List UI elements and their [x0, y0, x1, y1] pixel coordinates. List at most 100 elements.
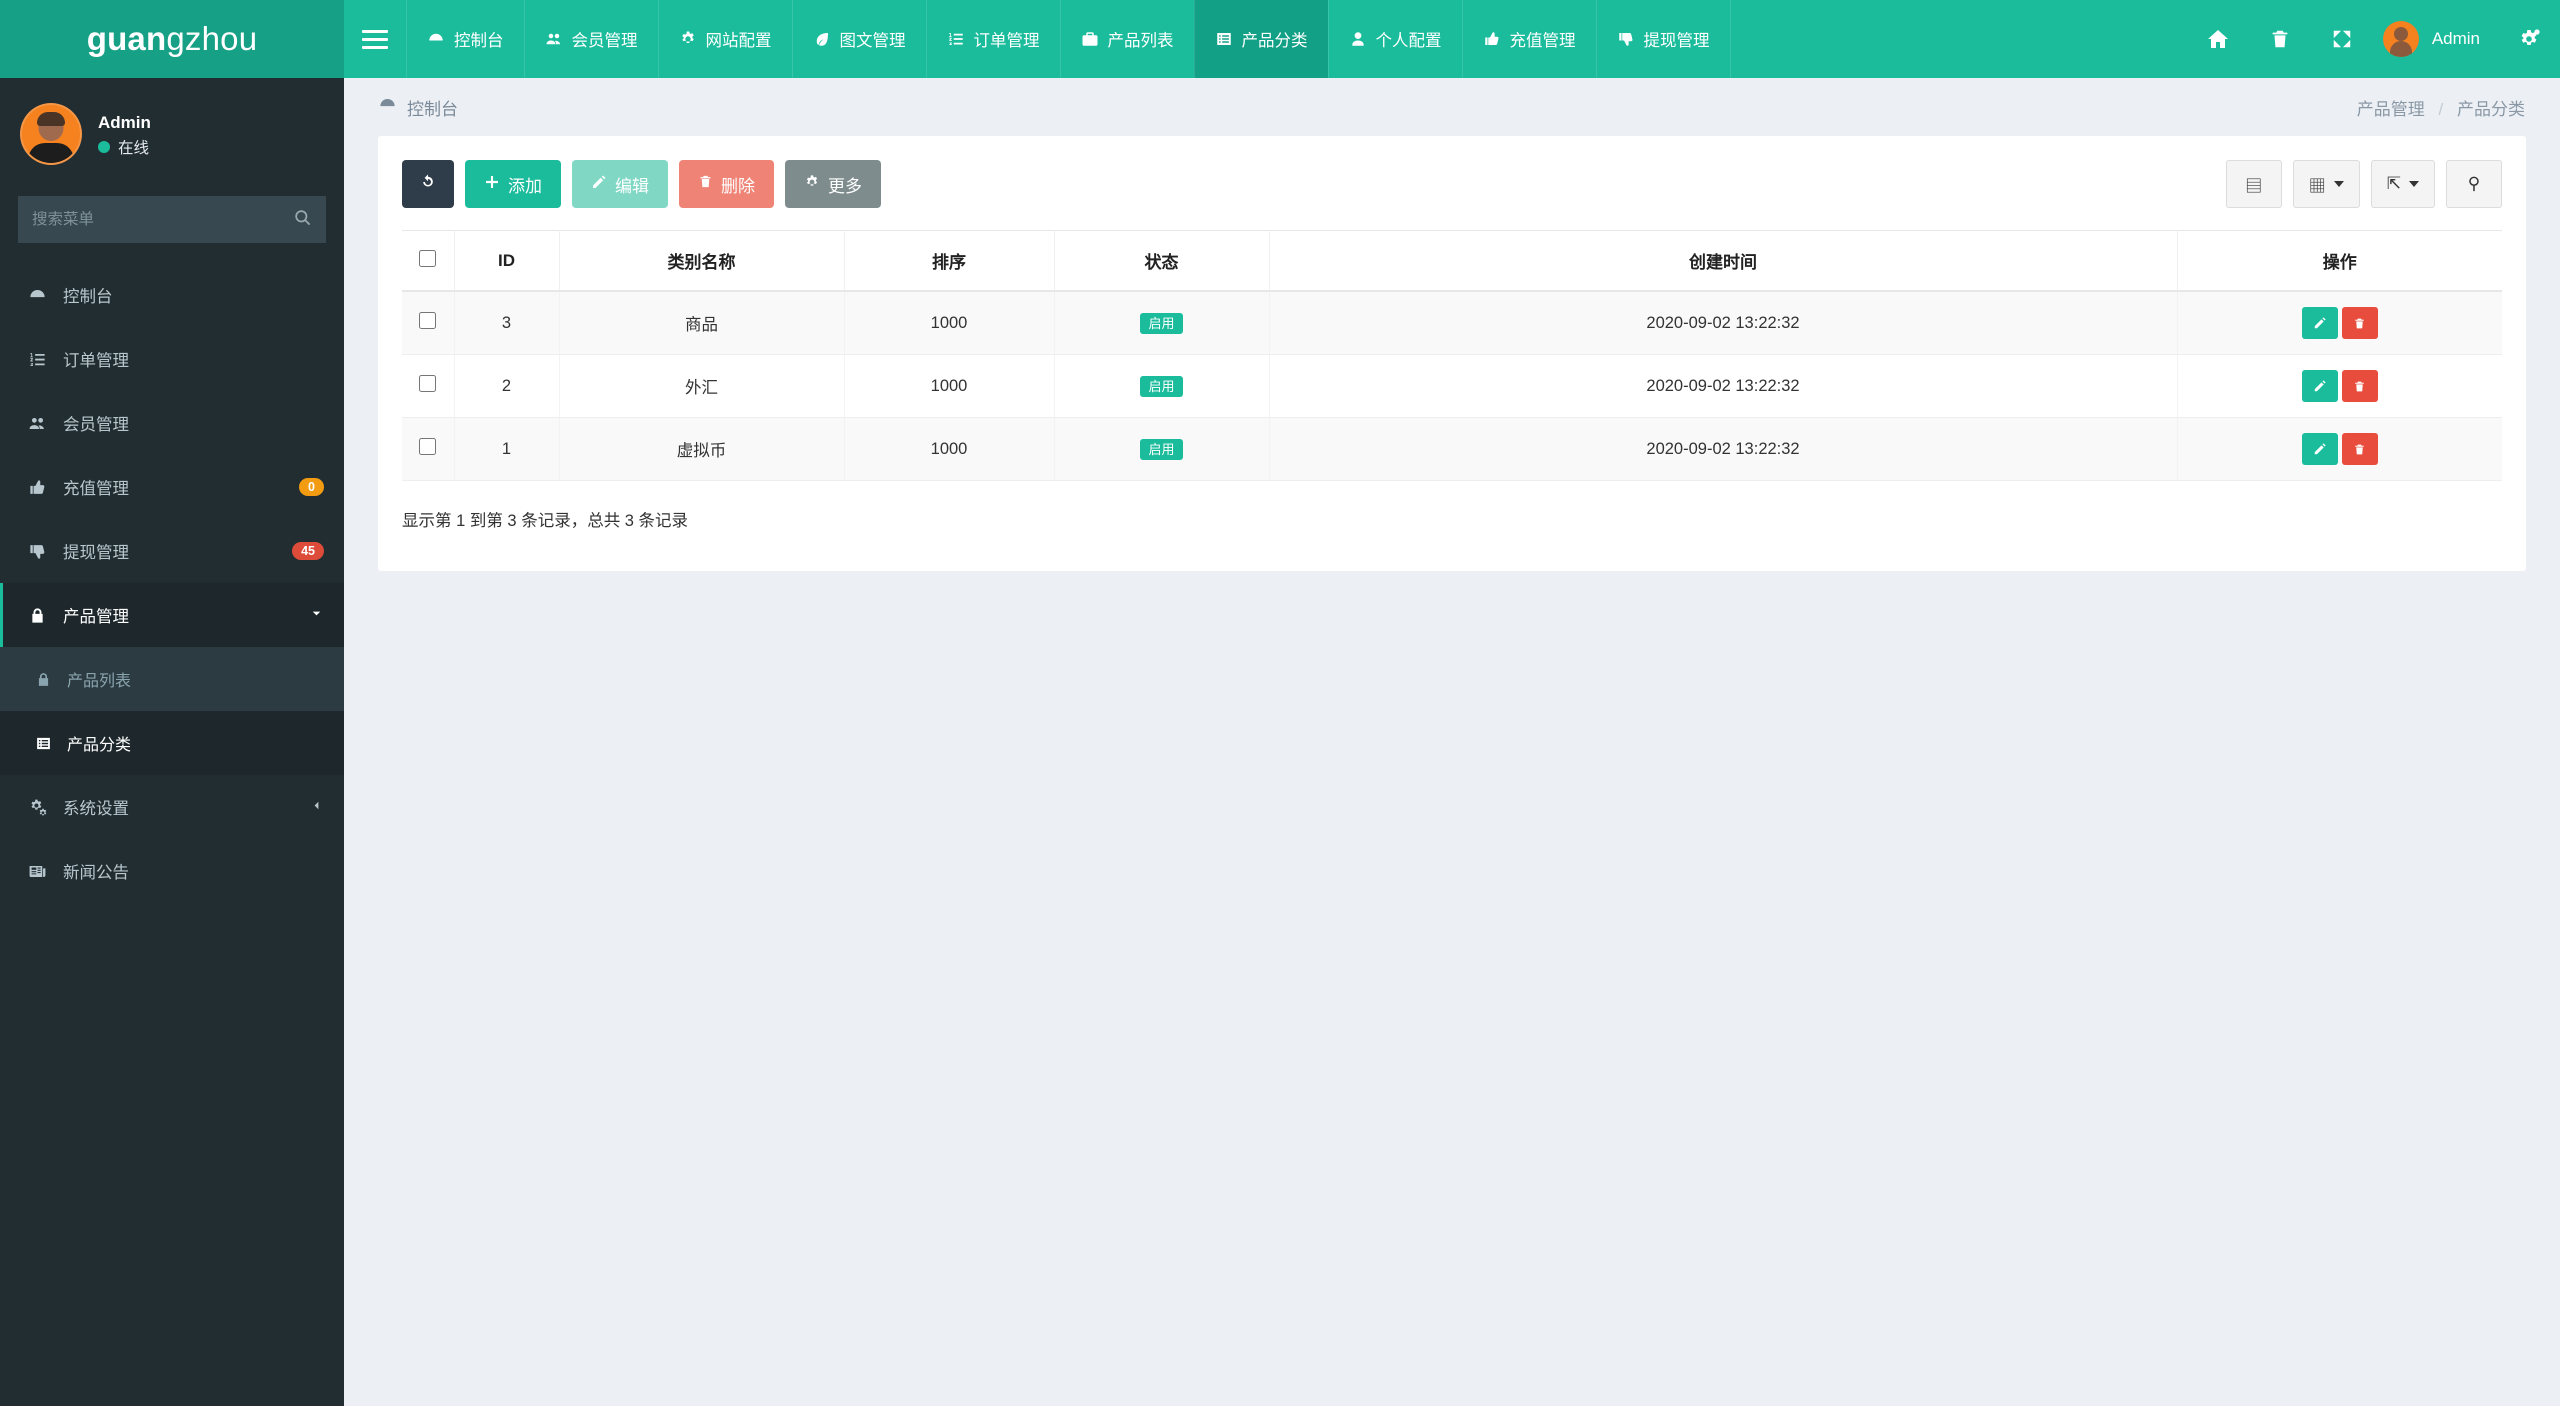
gear-icon	[679, 30, 697, 48]
sidebar-item-4[interactable]: 提现管理 45	[0, 519, 344, 583]
user-menu[interactable]: Admin	[2373, 0, 2498, 78]
gears-icon[interactable]	[2498, 0, 2560, 78]
list-ol-icon	[947, 30, 965, 48]
row-status-cell: 启用	[1054, 291, 1270, 355]
table-header-created[interactable]: 创建时间	[1269, 230, 2178, 292]
nav-item-6[interactable]: 产品分类	[1193, 0, 1328, 78]
column-toggle-icon-glyph: ▤	[2245, 176, 2263, 196]
sidebar-item-badge: 45	[292, 541, 324, 561]
sidebar-subitem-0[interactable]: 产品列表	[0, 647, 344, 711]
status-badge: 启用	[1140, 312, 1183, 334]
row-select-cell	[402, 354, 455, 418]
row-id: 3	[454, 291, 560, 355]
nav-item-3[interactable]: 图文管理	[791, 0, 926, 78]
table-header-actions: 操作	[2177, 230, 2502, 292]
sidebar-item-label: 产品管理	[63, 608, 129, 626]
grid-view-icon[interactable]: ▦	[2292, 160, 2360, 208]
sidebar-item-5[interactable]: 产品管理	[0, 583, 344, 647]
breadcrumb-bar: 控制台 产品管理 / 产品分类	[344, 78, 2560, 136]
row-status-cell: 启用	[1054, 354, 1270, 418]
delete-button[interactable]: 删除	[679, 160, 774, 208]
nav-item-label: 提现管理	[1643, 32, 1710, 50]
search-icon[interactable]	[293, 208, 312, 232]
nav-item-label: 会员管理	[571, 32, 638, 50]
sidebar-item-2[interactable]: 会员管理	[0, 391, 344, 455]
more-button[interactable]: 更多	[785, 160, 881, 208]
nav-item-0[interactable]: 控制台	[406, 0, 524, 78]
sidebar-subitem-1[interactable]: 产品分类	[0, 711, 344, 775]
nav-item-label: 订单管理	[973, 32, 1040, 50]
nav-item-2[interactable]: 网站配置	[657, 0, 792, 78]
content-area: 控制台 产品管理 / 产品分类 添加 编辑 删除 更多 ▤ ▦ ⇱ ⚲ ID 类…	[344, 78, 2560, 1406]
table-footer-summary: 显示第 1 到第 3 条记录，总共 3 条记录	[402, 512, 689, 530]
chevron-down-icon	[2333, 181, 2344, 187]
nav-item-5[interactable]: 产品列表	[1059, 0, 1194, 78]
sidebar-item-3[interactable]: 充值管理 0	[0, 455, 344, 519]
grid-view-icon-glyph: ▦	[2308, 176, 2326, 196]
trash-icon[interactable]	[2249, 0, 2311, 78]
nav-item-1[interactable]: 会员管理	[523, 0, 658, 78]
trash-icon	[698, 174, 713, 194]
nav-item-7[interactable]: 个人配置	[1327, 0, 1462, 78]
table-header-id[interactable]: ID	[454, 230, 560, 292]
row-status-cell: 启用	[1054, 417, 1270, 481]
column-toggle-icon[interactable]: ▤	[2225, 160, 2282, 208]
user-name: Admin	[2431, 29, 2480, 48]
row-checkbox[interactable]	[419, 375, 437, 392]
search-icon[interactable]: ⚲	[2446, 160, 2502, 208]
sidebar-menu: 控制台 订单管理 会员管理 充值管理 0 提现管理 45 产品管理产品列表产品分类 系统设置 新闻…	[0, 257, 344, 903]
sidebar-search[interactable]	[18, 196, 326, 243]
logo-text-bold: guan	[86, 20, 167, 57]
nav-item-label: 产品分类	[1241, 32, 1308, 50]
table-header-status[interactable]: 状态	[1054, 230, 1270, 292]
sidebar-user-panel[interactable]: Admin 在线	[0, 78, 344, 190]
dashboard-icon	[378, 95, 397, 119]
sidebar-item-6[interactable]: 系统设置	[0, 775, 344, 839]
nav-item-4[interactable]: 订单管理	[925, 0, 1060, 78]
delete-row-button[interactable]	[2341, 370, 2378, 402]
table-row[interactable]: 3 商品 1000 启用 2020-09-02 13:22:32	[402, 291, 2502, 355]
sidebar-subitem-label: 产品列表	[67, 673, 132, 690]
refresh-button[interactable]	[402, 160, 454, 208]
search-input[interactable]	[32, 210, 293, 229]
nav-item-label: 控制台	[454, 32, 504, 50]
edit-button[interactable]: 编辑	[572, 160, 668, 208]
edit-row-button[interactable]	[2301, 307, 2338, 339]
row-checkbox[interactable]	[419, 438, 437, 455]
hamburger-icon	[362, 25, 388, 54]
add-button[interactable]: 添加	[465, 160, 561, 208]
sidebar-toggle-button[interactable]	[344, 0, 406, 78]
more-button-label: 更多	[828, 176, 862, 196]
chevron-down-icon	[2409, 181, 2419, 187]
fullscreen-icon[interactable]	[2311, 0, 2373, 78]
table-header-name[interactable]: 类别名称	[559, 230, 845, 292]
online-dot-icon	[98, 140, 110, 153]
delete-row-button[interactable]	[2341, 433, 2378, 465]
logo[interactable]: guangzhou	[0, 0, 344, 78]
sidebar-item-1[interactable]: 订单管理	[0, 327, 344, 391]
breadcrumb-parent[interactable]: 产品管理	[2357, 100, 2425, 119]
breadcrumb-left[interactable]: 控制台	[378, 95, 458, 120]
top-nav-items: 控制台 会员管理 网站配置 图文管理 订单管理 产品列表 产品分类 个人配置 充值管理 提现管理	[406, 0, 1731, 78]
table-row[interactable]: 2 外汇 1000 启用 2020-09-02 13:22:32	[402, 354, 2502, 418]
edit-row-button[interactable]	[2301, 433, 2338, 465]
delete-row-button[interactable]	[2341, 307, 2378, 339]
sidebar-item-0[interactable]: 控制台	[0, 263, 344, 327]
table-header-sort[interactable]: 排序	[844, 230, 1055, 292]
select-all-checkbox[interactable]	[419, 249, 437, 267]
edit-row-button[interactable]	[2301, 370, 2338, 402]
sidebar-item-7[interactable]: 新闻公告	[0, 839, 344, 903]
dashboard-icon	[25, 286, 49, 305]
nav-item-9[interactable]: 提现管理	[1595, 0, 1731, 78]
export-icon[interactable]: ⇱	[2370, 160, 2435, 208]
row-sort: 1000	[844, 291, 1055, 355]
home-icon[interactable]	[2187, 0, 2249, 78]
sidebar-item-label: 提现管理	[63, 544, 129, 562]
table-row[interactable]: 1 虚拟币 1000 启用 2020-09-02 13:22:32	[402, 417, 2502, 481]
row-checkbox[interactable]	[419, 312, 437, 329]
row-sort: 1000	[844, 417, 1055, 481]
nav-item-label: 网站配置	[705, 32, 772, 50]
nav-item-8[interactable]: 充值管理	[1461, 0, 1596, 78]
avatar	[2382, 21, 2419, 57]
row-id: 2	[454, 354, 560, 418]
